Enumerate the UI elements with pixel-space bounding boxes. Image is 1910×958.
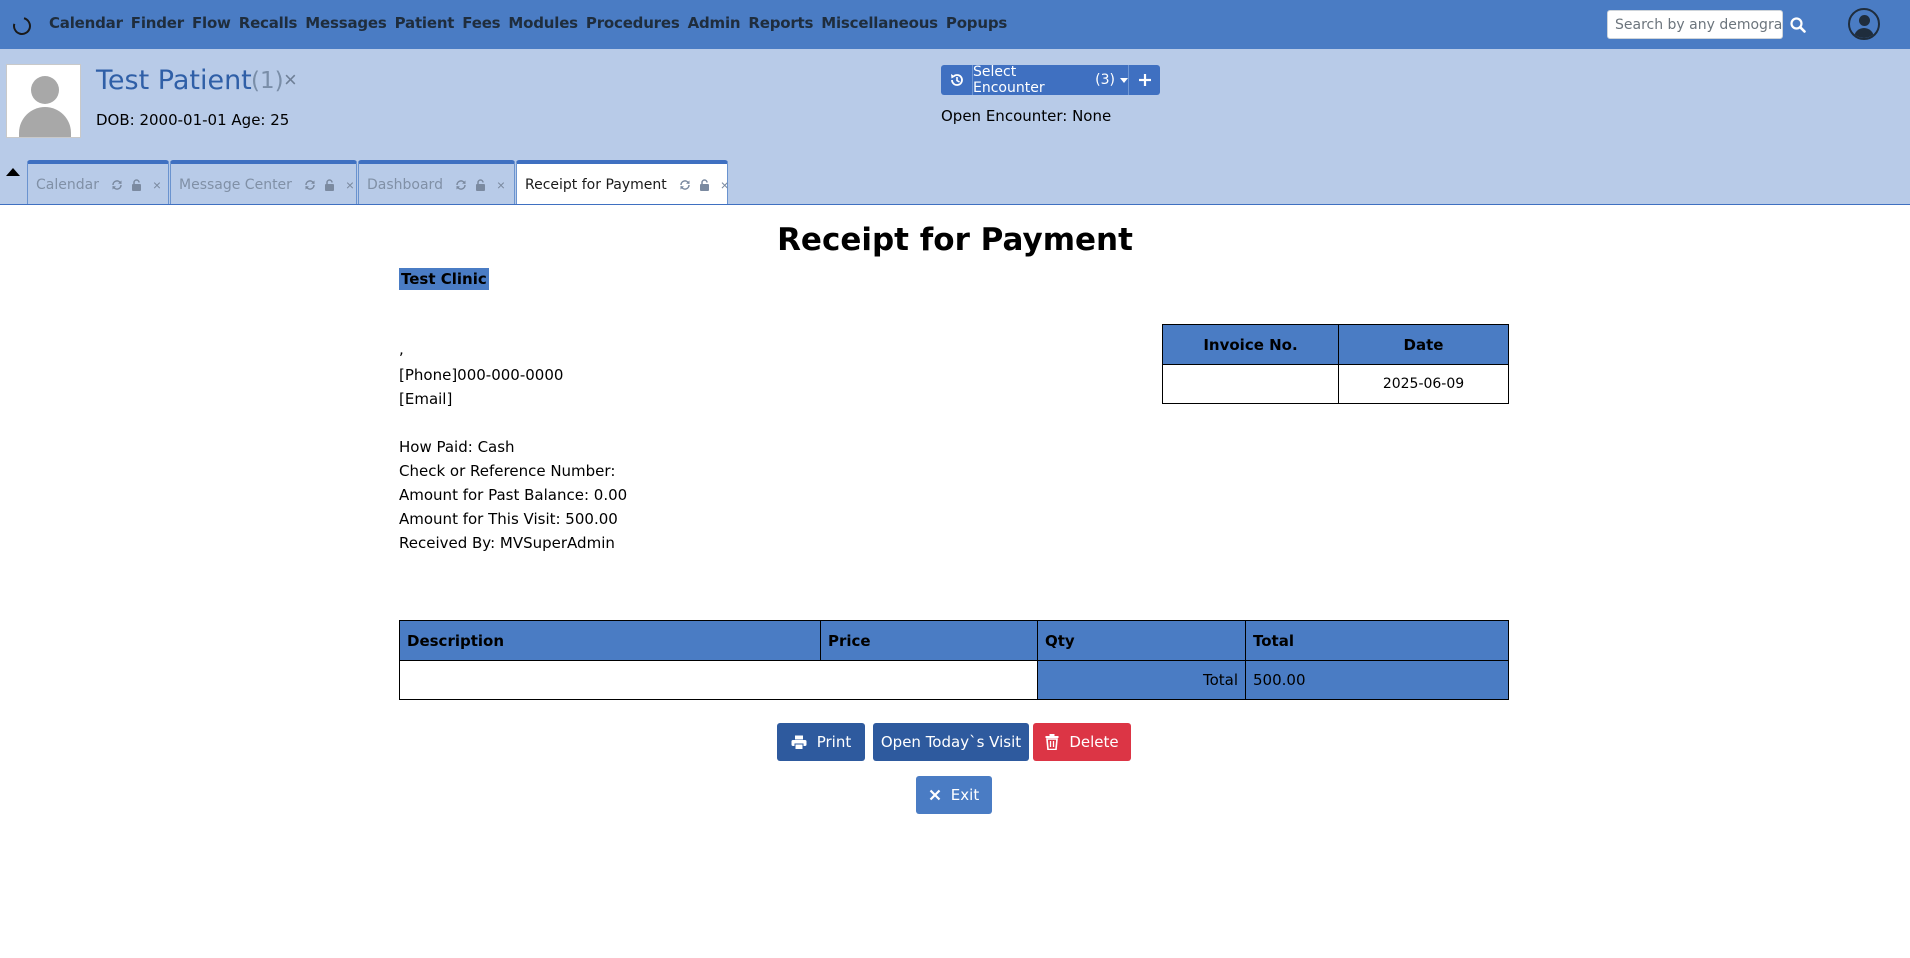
tab-dashboard[interactable]: Dashboard × bbox=[358, 160, 515, 205]
open-visit-label: Open Today`s Visit bbox=[880, 733, 1022, 751]
refresh-icon[interactable] bbox=[455, 179, 467, 191]
add-encounter-button[interactable] bbox=[1129, 65, 1160, 95]
menu-item-fees[interactable]: Fees bbox=[462, 14, 500, 32]
description-header: Description bbox=[399, 620, 821, 661]
close-tab-icon[interactable]: × bbox=[495, 178, 507, 192]
menu-item-procedures[interactable]: Procedures bbox=[586, 14, 680, 32]
tab-label: Receipt for Payment bbox=[525, 176, 667, 193]
patient-search-input[interactable]: Search by any demographics bbox=[1607, 10, 1783, 39]
printer-icon bbox=[791, 735, 807, 750]
lock-icon[interactable] bbox=[324, 178, 336, 191]
total-value: 500.00 bbox=[1245, 660, 1509, 700]
clinic-email: [Email] bbox=[399, 390, 453, 408]
clinic-address: , bbox=[399, 340, 404, 358]
exit-button[interactable]: Exit bbox=[916, 776, 992, 814]
lock-icon[interactable] bbox=[699, 178, 711, 191]
close-tab-icon[interactable]: × bbox=[344, 178, 356, 192]
app-logo-icon[interactable] bbox=[9, 13, 35, 39]
menu-item-admin[interactable]: Admin bbox=[688, 14, 741, 32]
invoice-no-header: Invoice No. bbox=[1162, 324, 1339, 365]
tab-label: Calendar bbox=[36, 176, 99, 193]
empty-cell bbox=[399, 660, 1038, 700]
plus-icon bbox=[1138, 74, 1151, 86]
patient-photo bbox=[6, 64, 81, 138]
menu-item-reports[interactable]: Reports bbox=[748, 14, 813, 32]
patient-name[interactable]: Test Patient bbox=[96, 65, 252, 96]
this-visit-amount: Amount for This Visit: 500.00 bbox=[399, 510, 618, 528]
menu-item-miscellaneous[interactable]: Miscellaneous bbox=[821, 14, 938, 32]
date-header: Date bbox=[1338, 324, 1509, 365]
tab-message-center[interactable]: Message Center × bbox=[170, 160, 357, 205]
total-header: Total bbox=[1245, 620, 1509, 661]
select-encounter-label: Select Encounter bbox=[973, 64, 1045, 96]
menu-item-flow[interactable]: Flow bbox=[192, 14, 231, 32]
open-encounter-status: Open Encounter: None bbox=[941, 107, 1112, 125]
past-balance: Amount for Past Balance: 0.00 bbox=[399, 486, 628, 504]
encounter-button-group: Select Encounter (3) bbox=[941, 64, 1160, 96]
history-icon bbox=[950, 74, 963, 86]
delete-label: Delete bbox=[1069, 733, 1119, 751]
qty-header: Qty bbox=[1037, 620, 1246, 661]
close-icon bbox=[929, 789, 941, 801]
main-menu: Calendar Finder Flow Recalls Messages Pa… bbox=[49, 14, 1015, 32]
refresh-icon[interactable] bbox=[304, 179, 316, 191]
tab-receipt-for-payment[interactable]: Receipt for Payment × bbox=[516, 160, 731, 205]
search-icon[interactable] bbox=[1786, 13, 1810, 37]
refresh-icon[interactable] bbox=[679, 179, 691, 191]
invoice-no-value bbox=[1162, 364, 1339, 404]
invoice-date-value: 2025-06-09 bbox=[1338, 364, 1509, 404]
tab-bar: Calendar × Message Center × Dashboard × … bbox=[27, 160, 729, 205]
total-label: Total bbox=[1037, 660, 1246, 700]
lock-icon[interactable] bbox=[131, 178, 143, 191]
close-tab-icon[interactable]: × bbox=[719, 178, 731, 192]
delete-button[interactable]: Delete bbox=[1033, 723, 1131, 761]
trash-icon bbox=[1045, 734, 1059, 750]
encounter-count: (3) bbox=[1095, 72, 1115, 88]
patient-dob: DOB: 2000-01-01 Age: 25 bbox=[96, 111, 290, 129]
clinic-name: Test Clinic bbox=[399, 268, 489, 290]
menu-item-patient[interactable]: Patient bbox=[395, 14, 455, 32]
top-navbar: Calendar Finder Flow Recalls Messages Pa… bbox=[0, 0, 1910, 49]
lock-icon[interactable] bbox=[475, 178, 487, 191]
how-paid: How Paid: Cash bbox=[399, 438, 515, 456]
received-by: Received By: MVSuperAdmin bbox=[399, 534, 615, 552]
print-label: Print bbox=[816, 733, 852, 751]
tab-divider bbox=[0, 204, 1910, 205]
select-encounter-button[interactable]: Select Encounter (3) bbox=[973, 64, 1129, 96]
invoice-table: Invoice No. Date 2025-06-09 bbox=[1162, 324, 1509, 404]
exit-label: Exit bbox=[950, 786, 980, 804]
user-account-icon[interactable] bbox=[1848, 8, 1880, 40]
tab-calendar[interactable]: Calendar × bbox=[27, 160, 169, 205]
close-tab-icon[interactable]: × bbox=[151, 178, 163, 192]
menu-item-popups[interactable]: Popups bbox=[946, 14, 1007, 32]
clinic-phone: [Phone]000-000-0000 bbox=[399, 366, 564, 384]
print-button[interactable]: Print bbox=[777, 723, 865, 761]
patient-pid: (1) bbox=[251, 68, 284, 94]
menu-item-finder[interactable]: Finder bbox=[131, 14, 184, 32]
items-table: Description Price Qty Total Total 500.00 bbox=[399, 620, 1509, 700]
refresh-icon[interactable] bbox=[111, 179, 123, 191]
menu-item-recalls[interactable]: Recalls bbox=[239, 14, 298, 32]
price-header: Price bbox=[820, 620, 1038, 661]
collapse-header-icon[interactable] bbox=[6, 168, 20, 176]
chevron-down-icon bbox=[1120, 77, 1128, 83]
check-reference: Check or Reference Number: bbox=[399, 462, 616, 480]
close-patient-icon[interactable]: × bbox=[284, 67, 297, 93]
tab-label: Message Center bbox=[179, 176, 292, 193]
menu-item-messages[interactable]: Messages bbox=[305, 14, 387, 32]
menu-item-calendar[interactable]: Calendar bbox=[49, 14, 123, 32]
open-todays-visit-button[interactable]: Open Today`s Visit bbox=[873, 723, 1029, 761]
tab-label: Dashboard bbox=[367, 176, 443, 193]
page-title: Receipt for Payment bbox=[777, 222, 1133, 258]
menu-item-modules[interactable]: Modules bbox=[508, 14, 578, 32]
encounter-history-button[interactable] bbox=[941, 65, 973, 95]
